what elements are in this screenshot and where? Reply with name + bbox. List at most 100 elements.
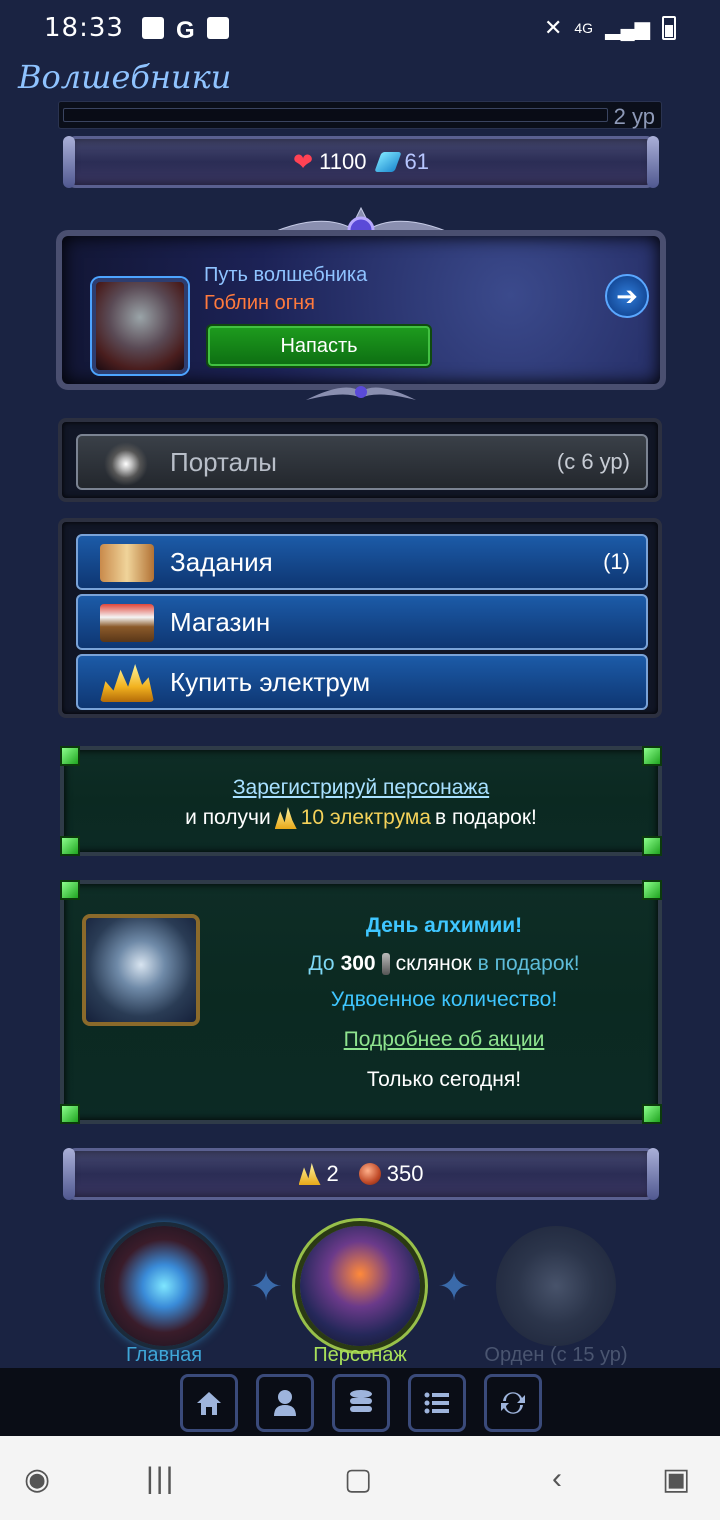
shop-button[interactable]: Магазин xyxy=(76,594,648,650)
character-button[interactable] xyxy=(256,1374,314,1432)
nav-order-button[interactable] xyxy=(496,1226,616,1346)
reward-text-after: в подарок! xyxy=(434,806,537,829)
electrum-value: 2 xyxy=(326,1161,339,1186)
network-type: 4G xyxy=(574,20,594,36)
home-button[interactable] xyxy=(180,1374,238,1432)
status-right: ✕ 4G ▂▄▆ xyxy=(544,15,676,41)
status-time: 18:33 xyxy=(44,13,124,43)
attack-button[interactable]: Напасть xyxy=(206,324,432,368)
heart-icon: ❤ xyxy=(293,148,314,176)
next-arrow-button[interactable]: ➔ xyxy=(605,274,649,318)
portals-requirement: (с 6 ур) xyxy=(556,449,630,474)
gallery-icon xyxy=(141,17,164,39)
bottom-toolbar xyxy=(0,1368,720,1436)
shop-icon xyxy=(100,604,154,642)
refresh-icon xyxy=(501,1392,525,1414)
corner-gem-icon xyxy=(60,746,80,766)
ornament-bottom xyxy=(306,386,416,400)
experience-bar: 2 ур xyxy=(58,101,662,129)
corner-gem-icon xyxy=(642,1104,662,1124)
electrum-crystal-icon xyxy=(100,664,154,702)
copper-coin-icon xyxy=(358,1163,381,1185)
buy-electrum-button[interactable]: Купить электрум xyxy=(76,654,648,710)
electrum-icon xyxy=(298,1163,321,1185)
checkbox-notification-icon xyxy=(206,17,229,39)
home-icon xyxy=(197,1392,221,1415)
experience-track xyxy=(63,108,608,122)
nav-main-label[interactable]: Главная xyxy=(64,1344,264,1367)
vial-icon xyxy=(381,953,390,975)
register-reward: и получи 10 электрума в подарок! xyxy=(64,806,658,830)
alchemy-promo: День алхимии! До 300 склянок в подарок! … xyxy=(60,880,662,1124)
electrum-icon xyxy=(274,807,297,829)
list-icon xyxy=(424,1392,449,1414)
recent-apps-icon[interactable]: ||| xyxy=(146,1462,175,1496)
quest-panel: Путь волшебника Гоблин огня Напасть ➔ xyxy=(56,200,666,406)
refresh-button[interactable] xyxy=(484,1374,542,1432)
gem-icon xyxy=(374,152,403,172)
character-icon xyxy=(274,1390,296,1416)
buy-electrum-label: Купить электрум xyxy=(170,666,371,697)
quest-path: Путь волшебника xyxy=(204,264,368,286)
main-menu: Задания (1) Магазин Купить электрум xyxy=(58,518,662,718)
alchemy-more-link[interactable]: Подробнее об акции xyxy=(244,1028,644,1052)
alchemy-today: Только сегодня! xyxy=(366,1068,522,1091)
corner-gem-icon xyxy=(60,880,80,900)
system-navigation-bar: ◉ ||| ▢ ‹ ▣ xyxy=(0,1436,720,1520)
nav-main-button[interactable] xyxy=(104,1226,224,1346)
goblin-portrait[interactable] xyxy=(92,278,188,374)
corner-gem-icon xyxy=(642,836,662,856)
alchemy-offer: До 300 склянок в подарок! xyxy=(244,952,644,976)
portals-panel: Порталы (с 6 ур) xyxy=(58,418,662,502)
copper-value: 350 xyxy=(386,1161,424,1186)
portals-button[interactable]: Порталы (с 6 ур) xyxy=(76,434,648,490)
corner-gem-icon xyxy=(642,746,662,766)
hp-value: 1100 xyxy=(319,149,367,174)
quests-label: Задания xyxy=(170,546,273,577)
health-gem-bar: ❤ 1100 61 xyxy=(63,136,659,188)
separator-icon: ✦ xyxy=(249,1265,283,1309)
potion-image[interactable] xyxy=(82,914,200,1026)
accessibility-icon[interactable]: ▣ xyxy=(662,1462,690,1497)
alchemy-double: Удвоенное количество! xyxy=(330,988,558,1011)
currency-bar: 2 350 xyxy=(63,1148,659,1200)
offer-suffix: в подарок! xyxy=(477,952,580,975)
database-icon xyxy=(350,1390,372,1412)
offer-item: склянок xyxy=(395,952,472,975)
portal-icon xyxy=(104,442,148,486)
offer-amount: 300 xyxy=(340,952,376,975)
offer-prefix: До xyxy=(308,952,335,975)
list-button[interactable] xyxy=(408,1374,466,1432)
arrow-right-icon: ➔ xyxy=(616,280,638,311)
reward-text-before: и получи xyxy=(185,806,271,829)
status-bar: 18:33 G ✕ 4G ▂▄▆ xyxy=(0,0,720,56)
shop-label: Магазин xyxy=(170,606,271,637)
home-nav-icon[interactable]: ▢ xyxy=(344,1462,372,1497)
quest-frame: Путь волшебника Гоблин огня Напасть ➔ xyxy=(56,230,666,390)
quests-button[interactable]: Задания (1) xyxy=(76,534,648,590)
corner-gem-icon xyxy=(60,836,80,856)
nav-character-button[interactable] xyxy=(300,1226,420,1346)
scroll-icon xyxy=(100,544,154,582)
battery-icon xyxy=(662,16,676,40)
nav-order-label: Орден (с 15 ур) xyxy=(484,1344,628,1366)
quest-enemy[interactable]: Гоблин огня xyxy=(204,292,315,315)
register-banner: Зарегистрируй персонажа и получи 10 элек… xyxy=(60,746,662,856)
game-launcher-icon[interactable]: ◉ xyxy=(24,1462,50,1497)
google-icon: G xyxy=(175,17,195,44)
nav-character-label[interactable]: Персонаж xyxy=(260,1344,460,1367)
app-title: Волшебники xyxy=(18,58,232,96)
register-link[interactable]: Зарегистрируй персонажа xyxy=(64,776,658,800)
corner-gem-icon xyxy=(60,1104,80,1124)
signal-icon: ▂▄▆ xyxy=(605,17,650,40)
level-label: 2 ур xyxy=(613,104,655,129)
corner-gem-icon xyxy=(642,880,662,900)
portals-label: Порталы xyxy=(170,446,277,477)
reward-amount: 10 электрума xyxy=(300,806,431,829)
back-icon[interactable]: ‹ xyxy=(552,1462,562,1496)
gem-value: 61 xyxy=(404,149,429,174)
alchemy-title: День алхимии! xyxy=(365,914,523,937)
mute-icon: ✕ xyxy=(543,15,563,40)
separator-icon: ✦ xyxy=(437,1265,471,1309)
database-button[interactable] xyxy=(332,1374,390,1432)
